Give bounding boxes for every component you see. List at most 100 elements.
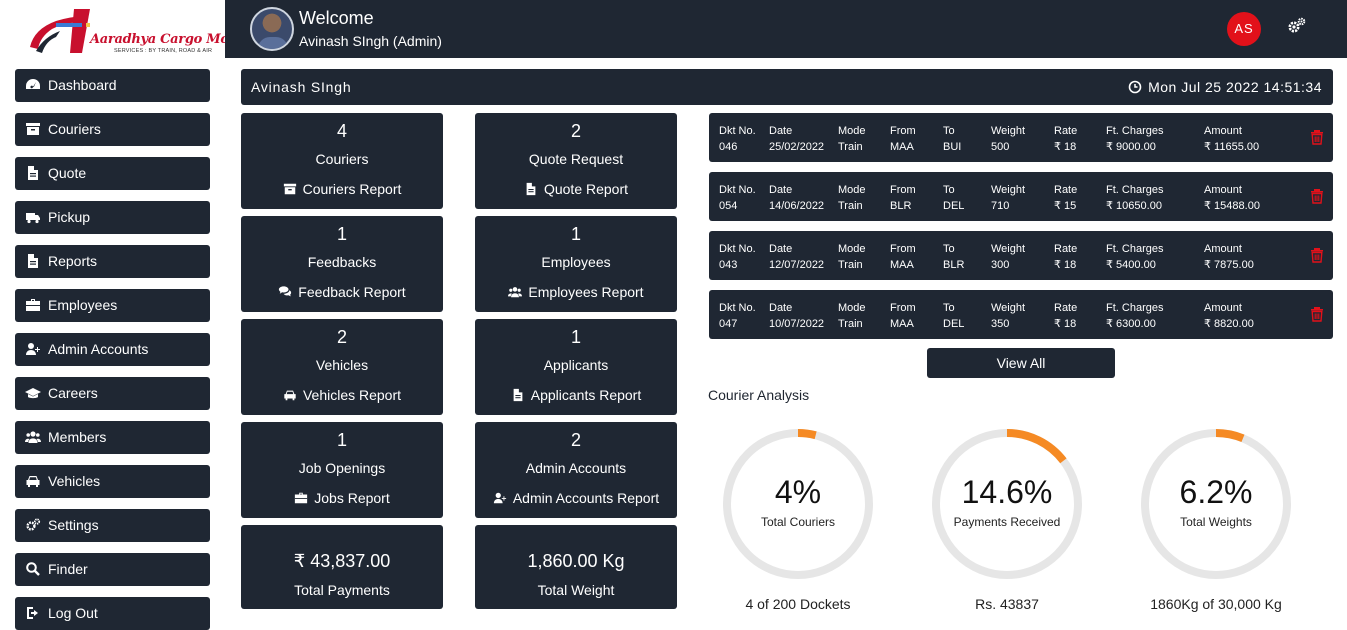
docket-value: DEL	[943, 318, 965, 330]
docket-cell: Mode Train	[838, 182, 866, 214]
docket-cell: Date 10/07/2022	[769, 300, 824, 332]
sidebar-item-admin-accounts[interactable]: Admin Accounts	[15, 333, 210, 366]
docket-header: Ft. Charges	[1106, 243, 1164, 255]
docket-header: To	[943, 125, 955, 137]
sidebar-item-quote[interactable]: Quote	[15, 157, 210, 190]
job-openings-card: 1 Job Openings Jobs Report	[241, 422, 443, 518]
docket-row[interactable]: Dkt No. 046 Date 25/02/2022 Mode Train From MAA…	[709, 113, 1333, 162]
docket-header: Rate	[1054, 243, 1078, 255]
docket-header: To	[943, 243, 955, 255]
view-all-button[interactable]: View All	[927, 348, 1115, 378]
payments-received-gauge: 14.6% Payments Received	[927, 424, 1087, 584]
delete-trash-icon[interactable]	[1310, 247, 1324, 263]
docket-cell: Weight 300	[991, 241, 1025, 273]
docket-cell: Mode Train	[838, 300, 866, 332]
logo-mark-icon	[30, 9, 90, 53]
job-openings-report-link[interactable]: Jobs Report	[241, 490, 443, 506]
applicants-report-link[interactable]: Applicants Report	[475, 387, 677, 403]
docket-cell: Ft. Charges ₹ 10650.00	[1106, 182, 1163, 214]
users-icon	[25, 431, 41, 443]
docket-cell: Rate ₹ 18	[1054, 123, 1077, 155]
docket-cell: To DEL	[943, 300, 964, 332]
docket-value: ₹ 18	[1054, 259, 1077, 271]
sidebar-item-label: Members	[48, 429, 107, 445]
brand-logo[interactable]: Aaradhya Cargo Movers SERVICES : BY TRAI…	[22, 3, 258, 58]
delete-trash-icon[interactable]	[1310, 188, 1324, 204]
gears-icon[interactable]	[1287, 16, 1307, 36]
sidebar-item-label: Finder	[48, 561, 88, 577]
sidebar-item-reports[interactable]: Reports	[15, 245, 210, 278]
title-username: Avinash SIngh	[251, 79, 352, 95]
sidebar-item-vehicles[interactable]: Vehicles	[15, 465, 210, 498]
feedbacks-count: 1	[336, 224, 347, 244]
couriers-report-link[interactable]: Couriers Report	[241, 181, 443, 197]
user-avatar[interactable]	[250, 7, 294, 51]
feedbacks-report-link[interactable]: Feedback Report	[241, 284, 443, 300]
document-icon	[513, 388, 523, 402]
docket-row[interactable]: Dkt No. 043 Date 12/07/2022 Mode Train From MAA…	[709, 231, 1333, 280]
vehicles-card: 2 Vehicles Vehicles Report	[241, 319, 443, 415]
docket-header: Ft. Charges	[1106, 125, 1164, 137]
car-icon	[284, 390, 296, 401]
logo-tagline: SERVICES : BY TRAIN, ROAD & AIR	[114, 48, 213, 54]
employees-report-link[interactable]: Employees Report	[475, 284, 677, 300]
applicants-count: 1	[570, 327, 581, 347]
sidebar-item-label: Couriers	[48, 121, 101, 137]
report-link-label: Jobs Report	[314, 490, 390, 506]
document-icon	[526, 182, 536, 196]
docket-header: Dkt No.	[719, 125, 756, 137]
delete-trash-icon[interactable]	[1310, 306, 1324, 322]
sidebar-item-label: Vehicles	[48, 473, 101, 489]
total-weight-label: Total Weight	[537, 582, 615, 598]
sidebar-item-label: Dashboard	[48, 77, 117, 93]
users-icon	[508, 287, 523, 298]
report-link-label: Admin Accounts Report	[512, 490, 660, 506]
job-openings-label: Job Openings	[298, 460, 386, 476]
sidebar-item-finder[interactable]: Finder	[15, 553, 210, 586]
delete-trash-icon[interactable]	[1310, 129, 1324, 145]
sidebar-item-employees[interactable]: Employees	[15, 289, 210, 322]
docket-value: ₹ 15	[1054, 200, 1077, 212]
sidebar-item-pickup[interactable]: Pickup	[15, 201, 210, 234]
docket-value: Train	[838, 259, 863, 271]
docket-row[interactable]: Dkt No. 047 Date 10/07/2022 Mode Train From MAA…	[709, 290, 1333, 339]
sidebar-item-dashboard[interactable]: Dashboard	[15, 69, 210, 102]
docket-header: To	[943, 302, 955, 314]
docket-cell: From MAA	[890, 241, 916, 273]
docket-value: 25/02/2022	[769, 141, 825, 153]
sidebar-item-careers[interactable]: Careers	[15, 377, 210, 410]
vehicles-report-link[interactable]: Vehicles Report	[241, 387, 443, 403]
profile-initials-button[interactable]: AS	[1227, 12, 1261, 46]
docket-value: 10/07/2022	[769, 318, 825, 330]
admin-accounts-report-link[interactable]: Admin Accounts Report	[475, 490, 677, 506]
docket-value: Train	[838, 318, 863, 330]
docket-row[interactable]: Dkt No. 054 Date 14/06/2022 Mode Train From BLR…	[709, 172, 1333, 221]
datetime-display: Mon Jul 25 2022 14:51:34	[1128, 79, 1322, 95]
docket-cell: Ft. Charges ₹ 9000.00	[1106, 123, 1163, 155]
vehicles-label: Vehicles	[315, 357, 369, 373]
clock-icon	[1128, 80, 1142, 94]
docket-value: MAA	[890, 318, 914, 330]
quote-request-card: 2 Quote Request Quote Report	[475, 113, 677, 209]
sidebar-item-settings[interactable]: Settings	[15, 509, 210, 542]
docket-value: 12/07/2022	[769, 259, 825, 271]
docket-value: ₹ 6300.00	[1106, 318, 1156, 330]
feedbacks-card: 1 Feedbacks Feedback Report	[241, 216, 443, 312]
courier-analysis-title: Courier Analysis	[708, 387, 810, 403]
quote-request-label: Quote Request	[528, 151, 624, 167]
docket-value: 710	[991, 200, 1010, 212]
couriers-card: 4 Couriers Couriers Report	[241, 113, 443, 209]
docket-header: Date	[769, 184, 793, 196]
total-weights-gauge: 6.2% Total Weights	[1136, 424, 1296, 584]
docket-value: BLR	[890, 200, 912, 212]
docket-header: Date	[769, 243, 793, 255]
total-couriers-gauge: 4% Total Couriers	[718, 424, 878, 584]
sidebar-item-couriers[interactable]: Couriers	[15, 113, 210, 146]
sidebar-item-log-out[interactable]: Log Out	[15, 597, 210, 630]
sidebar-item-label: Admin Accounts	[48, 341, 149, 357]
docket-cell: To DEL	[943, 182, 964, 214]
docket-value: 047	[719, 318, 738, 330]
sidebar-item-members[interactable]: Members	[15, 421, 210, 454]
quote-request-report-link[interactable]: Quote Report	[475, 181, 677, 197]
docket-cell: Ft. Charges ₹ 5400.00	[1106, 241, 1163, 273]
